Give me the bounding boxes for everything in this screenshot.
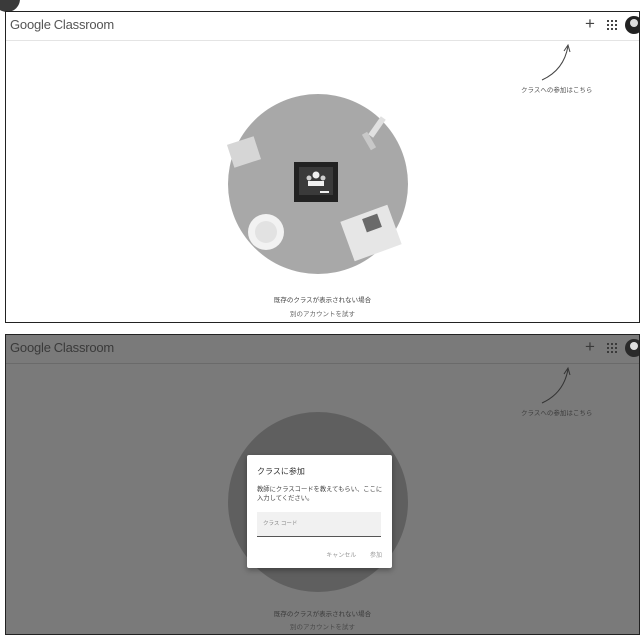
top-app-bar-dimmed: Google Classroom +: [6, 335, 639, 364]
join-hint-text: クラスへの参加はこちら: [521, 410, 593, 417]
top-app-bar: Google Classroom +: [6, 12, 639, 41]
class-code-input[interactable]: [257, 516, 381, 527]
classroom-illustration: [226, 94, 408, 274]
switch-account-link: 別のアカウントを試す: [290, 624, 355, 631]
join-class-dialog: クラスに参加 教師にクラスコードを教えてもらい、ここに入力してください。 キャン…: [247, 455, 392, 568]
account-avatar-icon: [625, 339, 639, 357]
app-logo[interactable]: Google Classroom: [10, 17, 114, 32]
class-code-field[interactable]: [257, 512, 381, 537]
dialog-title: クラスに参加: [257, 467, 305, 476]
dialog-description: 教師にクラスコードを教えてもらい、ここに入力してください。: [257, 486, 383, 502]
brand-product: Classroom: [53, 340, 115, 355]
brand-google: Google: [10, 17, 51, 32]
hint-arrow-icon: [541, 366, 571, 404]
apps-grid-icon: [607, 343, 617, 353]
switch-account-link[interactable]: 別のアカウントを試す: [6, 308, 639, 318]
join-button[interactable]: 参加: [370, 553, 382, 559]
account-avatar-icon[interactable]: [625, 16, 639, 34]
dialog-actions: キャンセル 参加: [314, 550, 382, 559]
add-class-button[interactable]: +: [585, 14, 595, 34]
join-class-panel: Google Classroom + クラスへの参加はこちら クラスに参加 教師に…: [5, 334, 640, 635]
cancel-button[interactable]: キャンセル: [326, 553, 356, 559]
brand-google: Google: [10, 340, 51, 355]
missing-class-message: 既存のクラスが表示されない場合: [273, 611, 372, 618]
apps-grid-icon[interactable]: [607, 20, 617, 30]
add-class-button: +: [585, 337, 595, 356]
hint-arrow-icon: [541, 43, 571, 81]
join-hint-text: クラスへの参加はこちら: [521, 87, 593, 94]
app-logo: Google Classroom: [10, 340, 114, 355]
missing-class-message: 既存のクラスが表示されない場合: [273, 297, 372, 304]
classroom-home-panel: Google Classroom + クラスへの参加はこちら 既存のクラスが表示さ…: [5, 11, 640, 323]
brand-product: Classroom: [53, 17, 115, 32]
